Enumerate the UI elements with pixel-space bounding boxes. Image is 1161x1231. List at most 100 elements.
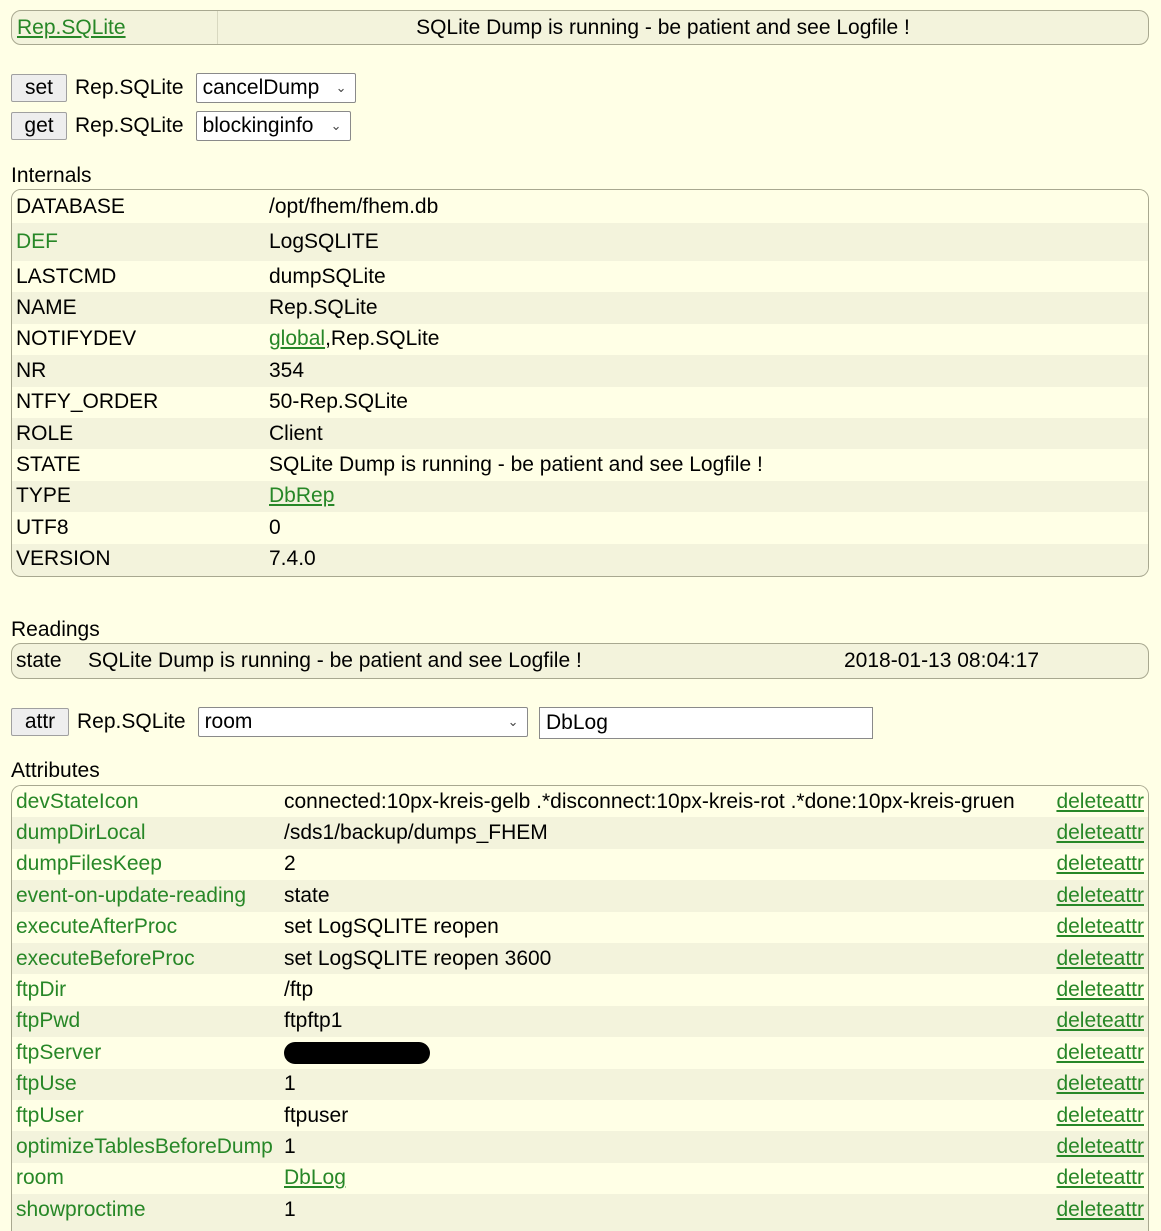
attr-key-link[interactable]: devStateIcon	[12, 790, 284, 814]
table-row: LASTCMD dumpSQLite	[12, 261, 1148, 293]
attr-value: DbLog	[284, 1166, 1052, 1190]
set-device-label: Rep.SQLite	[75, 76, 184, 99]
attr-value-input[interactable]: DbLog	[539, 707, 873, 739]
deleteattr-link[interactable]: deleteattr	[1052, 1041, 1148, 1065]
table-row: STATE SQLite Dump is running - be patien…	[12, 449, 1148, 481]
internal-key: TYPE	[16, 484, 71, 508]
table-row: ftpUser ftpuser deleteattr	[12, 1099, 1148, 1132]
attr-value: /ftp	[284, 978, 314, 1002]
set-command-select[interactable]: cancelDump ⌄	[195, 73, 356, 103]
readings-heading: Readings	[11, 618, 100, 641]
attr-key-link[interactable]: ftpPwd	[12, 1009, 284, 1033]
get-button[interactable]: get	[11, 112, 67, 140]
internal-value: 50-Rep.SQLite	[269, 390, 408, 414]
internal-value: global,Rep.SQLite	[269, 327, 439, 351]
table-row: UTF8 0	[12, 512, 1148, 544]
readings-table: state SQLite Dump is running - be patien…	[11, 643, 1149, 679]
device-state-text: SQLite Dump is running - be patient and …	[416, 15, 910, 39]
get-command-select[interactable]: blockinginfo ⌄	[195, 111, 351, 141]
type-dbrep-link[interactable]: DbRep	[269, 484, 334, 508]
internal-key: DATABASE	[16, 194, 125, 218]
attr-value: 1	[284, 1072, 296, 1096]
internal-key-def-link[interactable]: DEF	[12, 230, 269, 254]
notifydev-global-link[interactable]: global	[269, 327, 325, 350]
attr-value: connected:10px-kreis-gelb .*disconnect:1…	[284, 789, 1015, 813]
attr-command-row: attr Rep.SQLite room ⌄	[11, 707, 528, 737]
internals-heading: Internals	[11, 164, 92, 187]
set-command-selected: cancelDump	[202, 76, 320, 99]
get-command-row: get Rep.SQLite blockinginfo ⌄	[11, 111, 351, 141]
attr-key-link[interactable]: executeBeforeProc	[12, 947, 284, 971]
table-row: optimizeTablesBeforeDump 1 deleteattr	[12, 1131, 1148, 1163]
deleteattr-link[interactable]: deleteattr	[1052, 821, 1148, 845]
table-row: DEF LogSQLITE	[12, 223, 1148, 261]
internal-key: STATE	[16, 453, 81, 477]
attr-key-link[interactable]: optimizeTablesBeforeDump	[12, 1135, 284, 1159]
attr-value: set LogSQLITE reopen	[284, 915, 499, 939]
deleteattr-link[interactable]: deleteattr	[1052, 1198, 1148, 1222]
reading-value: SQLite Dump is running - be patient and …	[88, 649, 582, 672]
table-row: showproctime 1 deleteattr	[12, 1194, 1148, 1226]
reading-timestamp: 2018-01-13 08:04:17	[844, 649, 1039, 672]
attr-key-link[interactable]: executeAfterProc	[12, 915, 284, 939]
table-row: ftpPwd ftpftp1 deleteattr	[12, 1005, 1148, 1038]
internal-value: Rep.SQLite	[269, 296, 378, 320]
table-row: DATABASE /opt/fhem/fhem.db	[12, 190, 1148, 223]
internal-value: /opt/fhem/fhem.db	[269, 194, 439, 218]
attr-key-link[interactable]: ftpUse	[12, 1072, 284, 1096]
attr-value: 1	[284, 1134, 296, 1158]
deleteattr-link[interactable]: deleteattr	[1052, 1104, 1148, 1128]
deleteattr-link[interactable]: deleteattr	[1052, 1072, 1148, 1096]
table-row: ftpDir /ftp deleteattr	[12, 974, 1148, 1006]
notifydev-rest: ,Rep.SQLite	[325, 327, 440, 351]
chevron-down-icon: ⌄	[330, 118, 342, 133]
attr-value-redacted	[284, 1041, 1052, 1065]
device-link[interactable]: Rep.SQLite	[12, 16, 217, 40]
internal-key: NR	[16, 358, 47, 382]
table-row: NAME Rep.SQLite	[12, 292, 1148, 324]
deleteattr-link[interactable]: deleteattr	[1052, 947, 1148, 971]
attr-selected: room	[204, 710, 253, 733]
internal-value: Client	[269, 421, 323, 445]
table-row: NTFY_ORDER 50-Rep.SQLite	[12, 386, 1148, 418]
deleteattr-link[interactable]: deleteattr	[1052, 852, 1148, 876]
table-row: NR 354	[12, 355, 1148, 387]
attr-key-link[interactable]: event-on-update-reading	[12, 884, 284, 908]
table-row: executeAfterProc set LogSQLITE reopen de…	[12, 911, 1148, 943]
deleteattr-link[interactable]: deleteattr	[1052, 790, 1148, 814]
table-row: ROLE Client	[12, 417, 1148, 450]
get-device-label: Rep.SQLite	[75, 114, 184, 137]
attr-key-link[interactable]: showproctime	[12, 1198, 284, 1222]
table-row: ftpServer deleteattr	[12, 1037, 1148, 1069]
deleteattr-link[interactable]: deleteattr	[1052, 978, 1148, 1002]
internals-table: DATABASE /opt/fhem/fhem.db DEF LogSQLITE…	[11, 189, 1149, 577]
table-row: devStateIcon connected:10px-kreis-gelb .…	[12, 786, 1148, 818]
device-status-bar: Rep.SQLite SQLite Dump is running - be p…	[11, 10, 1149, 45]
attr-key-link[interactable]: dumpDirLocal	[12, 821, 284, 845]
table-row: TYPE DbRep	[12, 480, 1148, 513]
attr-value: 1	[284, 1197, 296, 1221]
attr-name-select[interactable]: room ⌄	[197, 707, 528, 737]
deleteattr-link[interactable]: deleteattr	[1052, 1166, 1148, 1190]
attr-key-link[interactable]: room	[12, 1166, 284, 1190]
deleteattr-link[interactable]: deleteattr	[1052, 1009, 1148, 1033]
attr-key-link[interactable]: ftpDir	[12, 978, 284, 1002]
attr-key-link[interactable]: ftpServer	[12, 1041, 284, 1065]
get-command-selected: blockinginfo	[202, 114, 314, 137]
set-button[interactable]: set	[11, 74, 67, 102]
deleteattr-link[interactable]: deleteattr	[1052, 1135, 1148, 1159]
deleteattr-link[interactable]: deleteattr	[1052, 915, 1148, 939]
attributes-heading: Attributes	[11, 759, 100, 782]
deleteattr-link[interactable]: deleteattr	[1052, 884, 1148, 908]
attr-key-link[interactable]: dumpFilesKeep	[12, 852, 284, 876]
attr-value: set LogSQLITE reopen 3600	[284, 946, 552, 970]
attr-value: ftpftp1	[284, 1009, 343, 1033]
room-dblog-link[interactable]: DbLog	[284, 1166, 346, 1189]
internal-value: 0	[269, 515, 281, 539]
attr-key-link[interactable]: ftpUser	[12, 1104, 284, 1128]
attr-button[interactable]: attr	[11, 708, 69, 736]
internal-value: dumpSQLite	[269, 264, 386, 288]
table-row: dumpDirLocal /sds1/backup/dumps_FHEM del…	[12, 817, 1148, 849]
attr-value: /sds1/backup/dumps_FHEM	[284, 821, 548, 845]
internal-value: SQLite Dump is running - be patient and …	[269, 453, 763, 477]
